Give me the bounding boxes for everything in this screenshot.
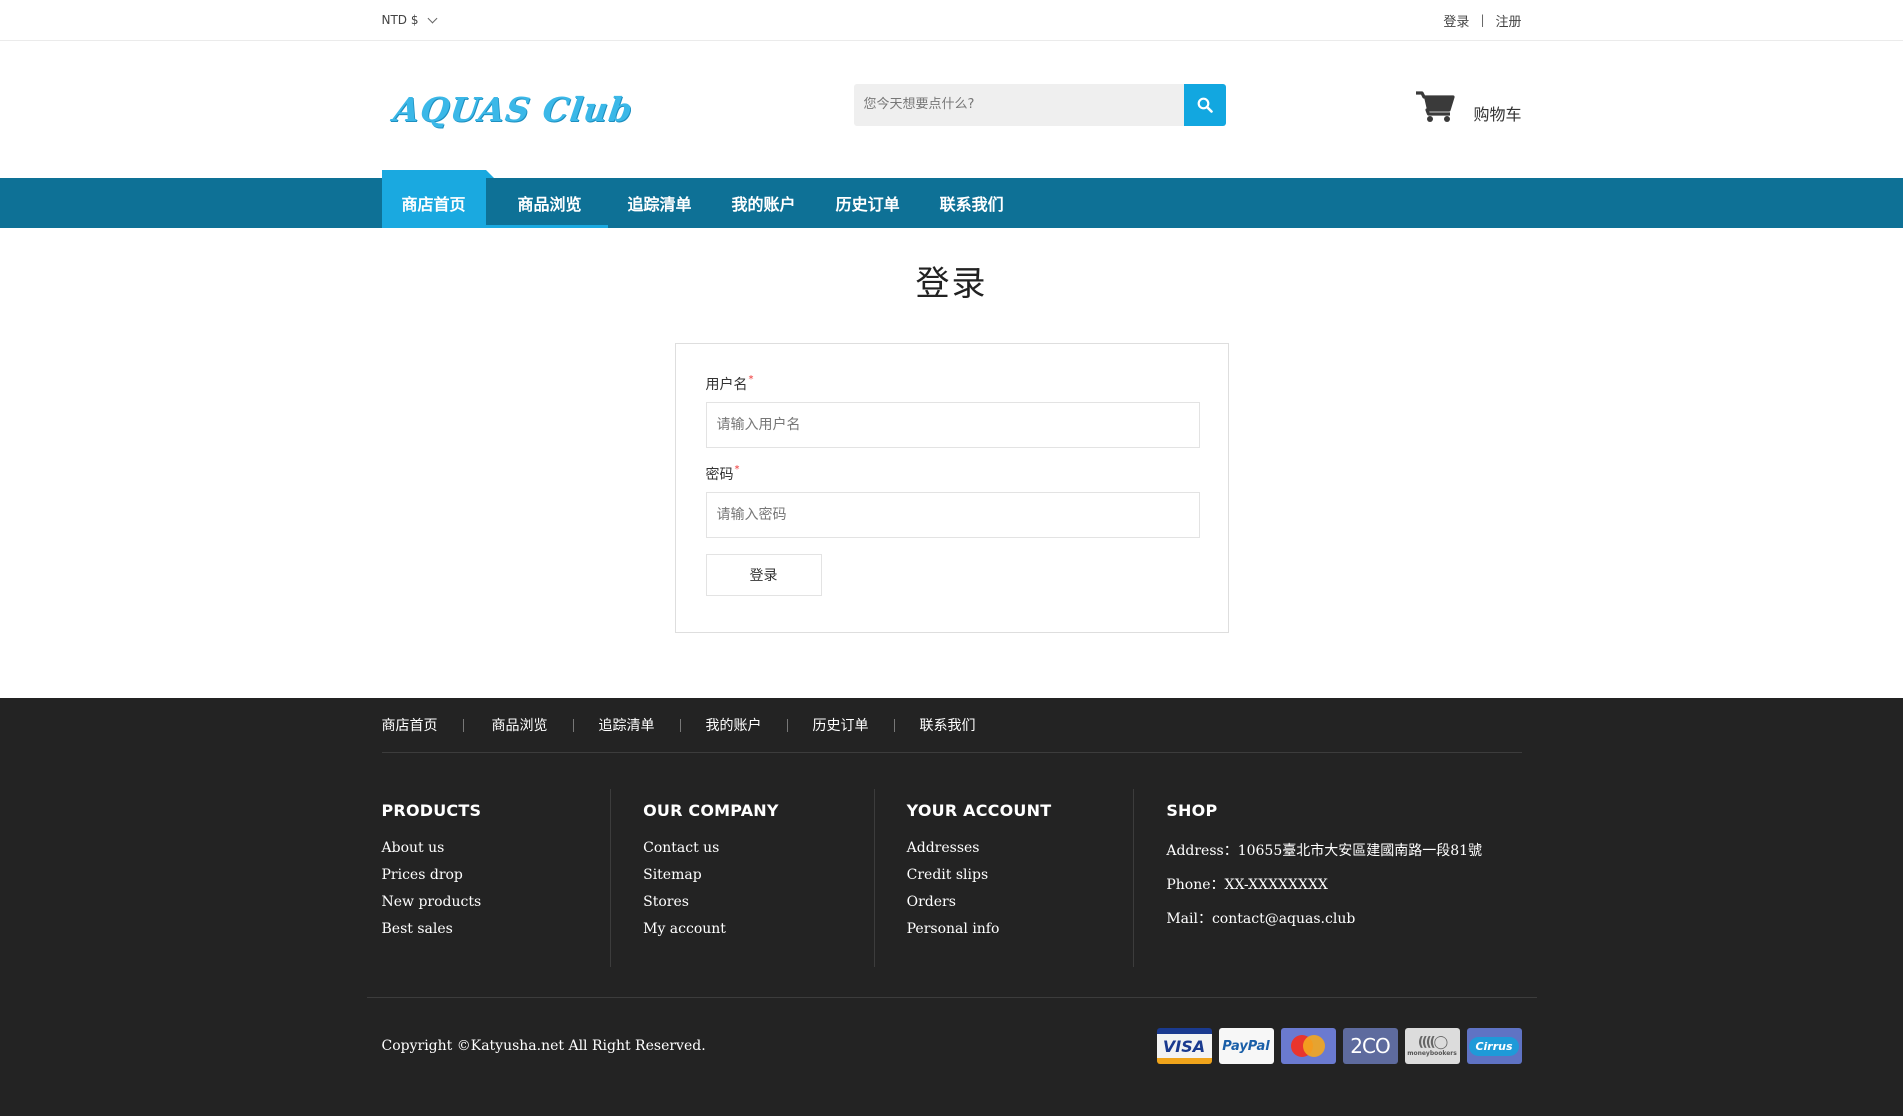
- login-link[interactable]: 登录: [1443, 11, 1469, 30]
- site-logo[interactable]: AQUAS Club: [391, 90, 856, 129]
- register-link[interactable]: 注册: [1495, 11, 1521, 30]
- footer-link-orders[interactable]: Orders: [907, 894, 1124, 910]
- nav-item-account[interactable]: 我的账户: [712, 178, 816, 228]
- link-separator: |: [1480, 13, 1485, 27]
- footer-nav-orders[interactable]: 历史订单: [813, 715, 869, 735]
- footer-link-sitemap[interactable]: Sitemap: [643, 867, 864, 883]
- footer-link-credit-slips[interactable]: Credit slips: [907, 867, 1124, 883]
- footer-nav-contact[interactable]: 联系我们: [920, 715, 976, 735]
- copyright-text: Copyright ©Katyusha.net All Right Reserv…: [381, 1038, 706, 1054]
- 2checkout-icon: 2CO: [1342, 1028, 1398, 1064]
- nav-item-home[interactable]: 商店首页: [381, 170, 494, 228]
- nav-label: 商品浏览: [517, 195, 582, 214]
- nav-item-orders[interactable]: 历史订单: [816, 178, 920, 228]
- shop-phone: Phone：XX-XXXXXXXX: [1166, 877, 1328, 893]
- footer-nav: 商店首页 商品浏览 追踪清单 我的账户 历史订单 联系我们: [381, 698, 1522, 753]
- cart-icon: [1416, 90, 1456, 122]
- footer-nav-divider: [462, 718, 464, 732]
- nav-item-tracking[interactable]: 追踪清单: [608, 178, 712, 228]
- moneybookers-icon: ((((◯ moneybookers: [1404, 1028, 1460, 1064]
- nav-label: 历史订单: [835, 195, 900, 214]
- cirrus-label: Cirrus: [1469, 1036, 1519, 1056]
- search-icon: [1197, 97, 1213, 113]
- password-label: 密码*: [706, 464, 1198, 484]
- site-footer: 商店首页 商品浏览 追踪清单 我的账户 历史订单 联系我们 PRODUCTS A…: [0, 698, 1903, 1116]
- footer-link-my-account[interactable]: My account: [643, 921, 864, 937]
- nav-item-browse[interactable]: 商品浏览: [485, 178, 608, 228]
- cart-label: 购物车: [1473, 104, 1522, 124]
- footer-col-products: PRODUCTS About us Prices drop New produc…: [382, 789, 612, 967]
- footer-link-prices-drop[interactable]: Prices drop: [382, 867, 601, 883]
- nav-label: 追踪清单: [627, 195, 692, 214]
- shop-mail: Mail：contact@aquas.club: [1166, 911, 1356, 927]
- nav-label: 联系我们: [939, 195, 1004, 214]
- nav-label: 我的账户: [731, 195, 796, 214]
- shop-address: Address：10655臺北市大安區建國南路一段81號: [1166, 843, 1483, 859]
- paypal-icon: PayPal: [1218, 1028, 1274, 1064]
- visa-icon: VISA: [1156, 1028, 1212, 1064]
- footer-col-title: SHOP: [1166, 801, 1218, 820]
- login-button[interactable]: 登录: [705, 554, 822, 596]
- required-mark: *: [748, 374, 754, 385]
- footer-link-best-sales[interactable]: Best sales: [382, 921, 601, 937]
- currency-selector[interactable]: NTD $: [381, 13, 437, 27]
- search-bar: [853, 83, 1226, 126]
- visa-label: VISA: [1162, 1036, 1206, 1056]
- mastercard-icon: [1280, 1028, 1336, 1064]
- payment-methods: VISA PayPal 2CO ((((◯ moneybookers Cirrus: [1156, 1028, 1522, 1064]
- login-form: 用户名* 密码* 登录: [674, 343, 1229, 633]
- password-label-text: 密码: [705, 467, 734, 483]
- footer-link-new-products[interactable]: New products: [382, 894, 601, 910]
- search-input[interactable]: [853, 83, 1184, 126]
- footer-nav-browse[interactable]: 商品浏览: [492, 715, 548, 735]
- footer-nav-home[interactable]: 商店首页: [382, 715, 438, 735]
- footer-col-title: OUR COMPANY: [643, 801, 779, 820]
- cirrus-icon: Cirrus: [1466, 1028, 1522, 1064]
- footer-bottom: Copyright ©Katyusha.net All Right Reserv…: [382, 998, 1522, 1094]
- footer-link-stores[interactable]: Stores: [643, 894, 864, 910]
- username-label-text: 用户名: [705, 377, 748, 393]
- footer-link-personal-info[interactable]: Personal info: [907, 921, 1124, 937]
- 2checkout-label: 2CO: [1350, 1034, 1390, 1058]
- footer-columns: PRODUCTS About us Prices drop New produc…: [382, 753, 1522, 967]
- nav-item-contact[interactable]: 联系我们: [920, 178, 1024, 228]
- search-button[interactable]: [1183, 83, 1226, 126]
- footer-col-company: OUR COMPANY Contact us Sitemap Stores My…: [611, 789, 875, 967]
- footer-nav-divider: [786, 718, 788, 732]
- footer-col-title: PRODUCTS: [381, 801, 482, 820]
- footer-link-addresses[interactable]: Addresses: [907, 840, 1124, 856]
- currency-label: NTD $: [381, 13, 419, 27]
- account-links: 登录 | 注册: [1443, 11, 1521, 30]
- cart-button[interactable]: 购物车: [1415, 89, 1522, 125]
- moneybookers-label: moneybookers: [1407, 1050, 1457, 1057]
- main-nav: 商店首页 商品浏览 追踪清单 我的账户 历史订单 联系我们: [0, 170, 1903, 228]
- footer-nav-divider: [572, 718, 574, 732]
- footer-col-shop: SHOP Address：10655臺北市大安區建國南路一段81號 Phone：…: [1134, 789, 1521, 967]
- page-title: 登录: [915, 264, 988, 304]
- required-mark: *: [734, 464, 740, 475]
- paypal-label: PayPal: [1222, 1038, 1270, 1054]
- footer-nav-divider: [679, 718, 681, 732]
- footer-link-about[interactable]: About us: [382, 840, 601, 856]
- site-header: AQUAS Club 购物车: [0, 41, 1903, 178]
- footer-nav-tracking[interactable]: 追踪清单: [599, 715, 655, 735]
- footer-col-title: YOUR ACCOUNT: [906, 801, 1052, 820]
- username-label: 用户名*: [706, 374, 1198, 394]
- nav-label: 商店首页: [401, 195, 466, 214]
- top-bar: NTD $ 登录 | 注册: [0, 0, 1903, 41]
- footer-nav-divider: [893, 718, 895, 732]
- username-field[interactable]: [705, 402, 1200, 448]
- chevron-down-icon: [427, 13, 437, 24]
- footer-nav-account[interactable]: 我的账户: [706, 715, 762, 735]
- password-field[interactable]: [705, 492, 1200, 538]
- footer-col-account: YOUR ACCOUNT Addresses Credit slips Orde…: [875, 789, 1135, 967]
- footer-link-contact[interactable]: Contact us: [643, 840, 864, 856]
